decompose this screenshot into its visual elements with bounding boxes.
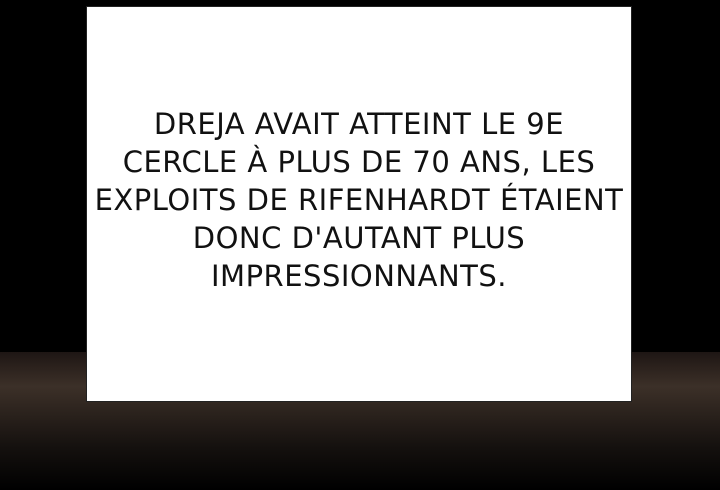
comic-panel: DREJA AVAIT ATTEINT LE 9E CERCLE À PLUS …: [0, 0, 720, 490]
caption-line-5: IMPRESSIONNANTS.: [211, 259, 507, 293]
caption-box: DREJA AVAIT ATTEINT LE 9E CERCLE À PLUS …: [86, 6, 632, 402]
caption-line-2: CERCLE À PLUS DE 70 ANS, LES: [122, 145, 596, 179]
caption-text: DREJA AVAIT ATTEINT LE 9E CERCLE À PLUS …: [87, 105, 631, 295]
caption-line-3: EXPLOITS DE RIFENHARDT ÉTAIENT: [94, 183, 624, 217]
caption-line-1: DREJA AVAIT ATTEINT LE 9E: [153, 107, 565, 141]
caption-line-4: DONC D'AUTANT PLUS: [192, 221, 526, 255]
